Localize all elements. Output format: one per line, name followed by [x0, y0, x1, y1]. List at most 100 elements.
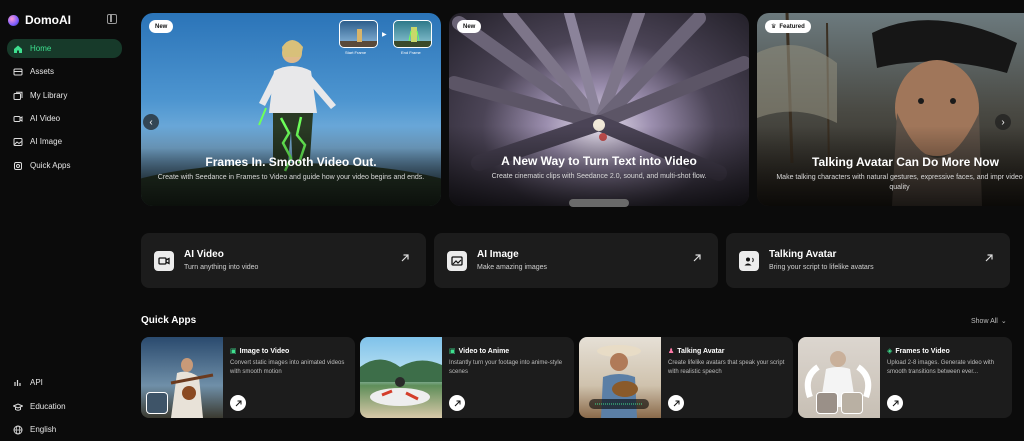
arrow-up-right-icon [401, 254, 409, 262]
image-icon [447, 251, 467, 271]
arrow-up-right-icon [693, 254, 701, 262]
feature-card-ai-image[interactable]: AI Image Make amazing images [434, 233, 718, 288]
feature-title: Talking Avatar [769, 249, 837, 260]
sidebar-item-ai-video[interactable]: AI Video [7, 109, 122, 128]
assets-icon [13, 67, 23, 77]
video-icon: ▣ [230, 348, 237, 355]
quick-app-title: Frames to Video [895, 347, 950, 355]
end-frame-label: End Frame [401, 50, 421, 55]
banner-text-to-video[interactable]: New A New Way to Turn Text into Video Cr… [449, 13, 749, 206]
quick-app-description: Convert static images into animated vide… [230, 360, 345, 375]
sidebar-item-quick-apps[interactable]: Quick Apps [7, 156, 122, 175]
show-all-link[interactable]: Show All ⌄ [971, 317, 1007, 326]
end-frame-thumb [393, 20, 432, 48]
sidebar-item-language[interactable]: English [7, 420, 122, 439]
feature-description: Bring your script to lifelike avatars [769, 264, 874, 271]
quick-app-card-video-to-anime[interactable]: ▣ Video to Anime Instantly turn your foo… [360, 337, 574, 418]
frame-thumb-2 [841, 392, 863, 414]
avatar-speech-icon [739, 251, 759, 271]
sidebar-item-label: Home [30, 44, 52, 53]
quick-app-card-talking-avatar[interactable]: ♟ Talking Avatar Create lifelike avatars… [579, 337, 793, 418]
carousel-prev-button[interactable]: ‹ [143, 114, 159, 130]
home-icon [13, 44, 23, 54]
quick-app-name: ◈ Frames to Video [887, 347, 950, 356]
sidebar-item-label: English [30, 425, 57, 434]
new-tag: New [457, 20, 482, 33]
sidebar-collapse-icon[interactable] [107, 14, 117, 24]
start-frame-label: Start Frame [345, 50, 367, 55]
quick-app-card-image-to-video[interactable]: ▣ Image to Video Convert static images i… [141, 337, 355, 418]
main-content: New ▶ Start Frame End Frame ‹ Frames In.… [128, 0, 1024, 441]
quick-app-title: Video to Anime [458, 347, 510, 355]
feature-description: Turn anything into video [184, 264, 259, 271]
video-icon [154, 251, 174, 271]
new-tag: New [149, 20, 174, 33]
open-app-button[interactable] [668, 395, 684, 411]
video-icon [13, 114, 23, 124]
carousel-scroll-indicator[interactable] [569, 199, 629, 207]
feature-title: AI Video [184, 249, 224, 260]
sidebar-item-assets[interactable]: Assets [7, 62, 122, 81]
arrow-up-right-icon [454, 400, 460, 406]
banner-title: Frames In. Smooth Video Out. [205, 155, 377, 169]
feature-description: Make amazing images [477, 264, 548, 271]
banner-frames-to-video[interactable]: New ▶ Start Frame End Frame ‹ Frames In.… [141, 13, 441, 206]
feature-title: AI Image [477, 249, 519, 260]
arrow-up-right-icon [673, 400, 679, 406]
library-icon [13, 91, 23, 101]
sidebar-item-home[interactable]: Home [7, 39, 122, 58]
frame-thumb-1 [816, 392, 838, 414]
banner-description: Create cinematic clips with Seedance 2.0… [491, 173, 707, 180]
sidebar-item-label: Quick Apps [30, 161, 71, 170]
sidebar-item-label: AI Image [30, 137, 63, 146]
show-all-label: Show All [971, 317, 998, 325]
banner-description: Create with Seedance in Frames to Video … [157, 174, 425, 181]
featured-tag: ♛ Featured [765, 20, 811, 33]
sidebar-item-ai-image[interactable]: AI Image [7, 132, 122, 151]
sidebar-item-label: AI Video [30, 114, 61, 123]
arrow-up-right-icon [235, 400, 241, 406]
avatar-icon: ♟ [668, 348, 675, 355]
sidebar-item-education[interactable]: Education [7, 397, 122, 416]
quick-app-name: ▣ Image to Video [230, 347, 290, 356]
video-icon: ▣ [449, 348, 456, 355]
quick-app-name: ♟ Talking Avatar [668, 347, 724, 356]
arrow-up-right-icon [985, 254, 993, 262]
feature-card-ai-video[interactable]: AI Video Turn anything into video [141, 233, 426, 288]
open-app-button[interactable] [230, 395, 246, 411]
sidebar-item-api[interactable]: API [7, 373, 122, 392]
quick-app-title: Image to Video [239, 347, 290, 355]
apps-icon [13, 161, 23, 171]
banner-description: Make talking characters with natural ges… [776, 174, 1023, 191]
banner-title: Talking Avatar Can Do More Now [812, 155, 999, 169]
quick-app-card-frames-to-video[interactable]: ◈ Frames to Video Upload 2-8 images. Gen… [798, 337, 1012, 418]
feature-card-talking-avatar[interactable]: Talking Avatar Bring your script to life… [726, 233, 1010, 288]
education-icon [13, 402, 23, 412]
open-app-button[interactable] [887, 395, 903, 411]
crown-icon: ♛ [771, 24, 777, 30]
chevron-down-icon: ⌄ [1000, 318, 1007, 325]
frames-arrow-icon: ▶ [382, 32, 387, 38]
quick-app-thumbnail [798, 337, 880, 418]
quick-app-description: Upload 2-8 images. Generate video with s… [887, 360, 995, 375]
frames-icon: ◈ [887, 348, 893, 355]
open-app-button[interactable] [449, 395, 465, 411]
globe-icon [13, 425, 23, 435]
sidebar-item-library[interactable]: My Library [7, 86, 122, 105]
quick-app-thumbnail [579, 337, 661, 418]
sidebar-item-label: API [30, 378, 43, 387]
quick-apps-heading: Quick Apps [141, 315, 197, 326]
quick-app-thumbnail [360, 337, 442, 418]
sidebar-item-label: Assets [30, 67, 55, 76]
image-icon [13, 137, 23, 147]
domoai-logo-icon [8, 14, 19, 26]
brand[interactable]: DomoAI [8, 11, 71, 29]
sidebar: DomoAI Home Assets My Library AI Video A… [0, 0, 128, 441]
quick-app-description: Create lifelike avatars that speak your … [668, 360, 785, 375]
carousel-next-button[interactable]: › [995, 114, 1011, 130]
start-frame-thumb [339, 20, 378, 48]
sidebar-item-label: Education [30, 402, 66, 411]
sidebar-item-label: My Library [30, 91, 68, 100]
featured-tag-label: Featured [779, 23, 805, 30]
banner-talking-avatar[interactable]: ♛ Featured › Talking Avatar Can Do More … [757, 13, 1024, 206]
